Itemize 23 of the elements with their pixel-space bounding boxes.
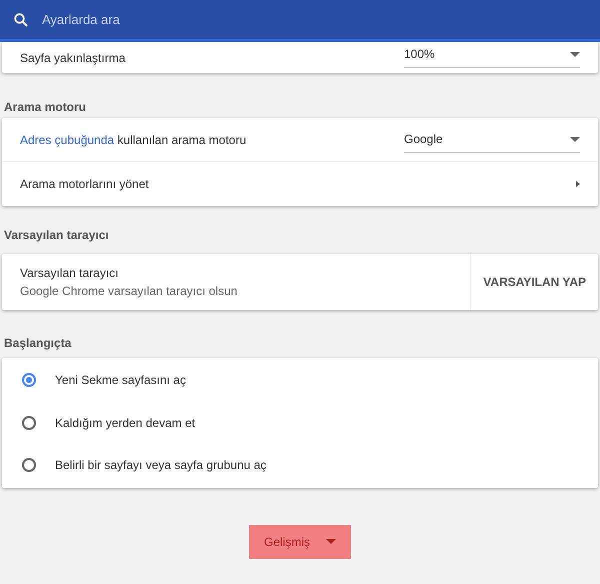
section-heading: Arama motoru <box>3 99 88 116</box>
zoom-dropdown[interactable]: 100% <box>404 41 580 68</box>
dropdown-caret-icon <box>570 52 580 56</box>
radio-label[interactable]: Belirli bir sayfayı veya sayfa grubunu aç <box>55 456 266 474</box>
dropdown-caret-icon <box>570 136 580 142</box>
manage-engines-row[interactable]: Arama motorlarını yönet <box>2 162 598 206</box>
search-icon <box>14 12 28 26</box>
radio-button[interactable] <box>22 458 36 472</box>
radio-button[interactable] <box>22 373 36 388</box>
engine-dropdown[interactable]: Google <box>404 126 580 153</box>
section-heading: Başlangıçta <box>3 335 72 352</box>
section-heading: Varsayılan tarayıcı <box>3 227 110 244</box>
radio-label[interactable]: Yeni Sekme sayfasını aç <box>55 371 186 390</box>
radio-button[interactable] <box>22 416 36 430</box>
caret-icon <box>326 539 336 544</box>
setting-title: Varsayılan tarayıcı <box>20 265 120 282</box>
setting-label: Sayfa yakınlaştırma <box>20 50 126 66</box>
setting-label: Adres çubuğunda kullanılan arama motoru <box>20 132 248 148</box>
make-default-button[interactable]: VARSAYILAN YAP <box>470 254 598 310</box>
chevron-right-icon <box>576 181 580 187</box>
radio-label[interactable]: Kaldığım yerden devam et <box>55 414 196 432</box>
setting-description: Google Chrome varsayılan tarayıcı olsun <box>20 283 238 300</box>
address-bar-link[interactable]: Adres çubuğunda <box>20 132 114 146</box>
